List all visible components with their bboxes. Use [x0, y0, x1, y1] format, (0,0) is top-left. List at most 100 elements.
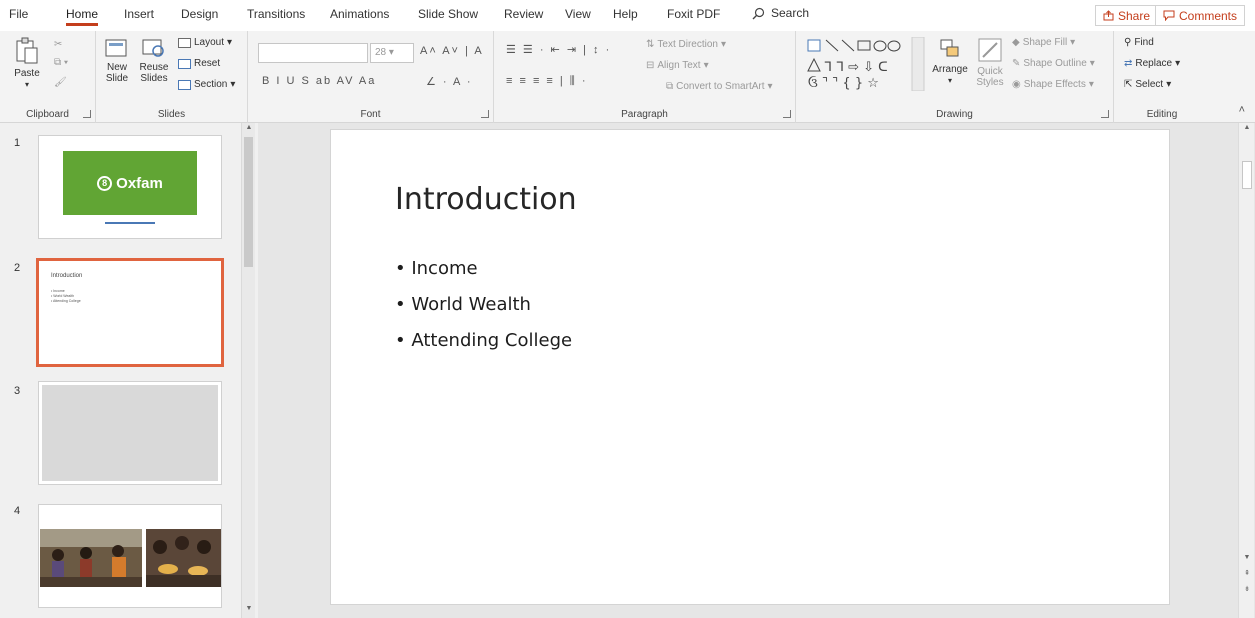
thumbnail-scrollbar[interactable]: ▲ ▼ [241, 123, 255, 618]
drawing-launcher-icon[interactable] [1101, 110, 1109, 118]
text-direction-button[interactable]: ⇅ Text Direction ▾ [646, 39, 726, 50]
replace-label: Replace [1135, 58, 1173, 69]
align-text-button[interactable]: ⊟ Align Text ▾ [646, 60, 709, 71]
share-button[interactable]: Share [1095, 5, 1159, 26]
align-buttons[interactable]: ≡ ≡ ≡ ≡ | ⫼ · [506, 75, 588, 88]
font-color-icons[interactable]: ∠ · A · [426, 75, 472, 88]
list-buttons[interactable]: ☰ ☰ · ⇤ ⇥ | ↕ · [506, 43, 611, 56]
previous-slide-icon[interactable]: ⇞ [1242, 569, 1252, 579]
search-label: Search [771, 6, 810, 20]
slide-thumbnail-1[interactable]: 8 Oxfam [38, 135, 222, 239]
shape-fill-label: Shape Fill [1022, 37, 1068, 48]
bullet-item[interactable]: Income [395, 258, 572, 294]
paste-label: Paste [14, 68, 40, 79]
cursor-icon: ⇱ [1124, 79, 1133, 90]
shape-effects-button[interactable]: ◉ Shape Effects ▾ [1012, 79, 1094, 90]
slide-thumbnail-2[interactable]: Introduction • Income • World Wealth • A… [36, 258, 224, 367]
convert-smartart-button[interactable]: ⧉ Convert to SmartArt ▾ [666, 81, 773, 92]
reset-label: Reset [194, 58, 221, 69]
shapes-gallery[interactable]: ᒣ ᒣ ⇨ ⇩ ᑕ ઉ ⌝ ⌝ { } ☆ [806, 37, 926, 91]
slide-scroll-up-icon[interactable]: ▲ [1242, 123, 1252, 133]
format-painter-icon[interactable]: 🖌 [54, 77, 67, 88]
arrange-button[interactable]: Arrange ▾ [932, 37, 968, 86]
quick-styles-icon [978, 38, 1002, 62]
thumbnail-scroll-thumb[interactable] [244, 137, 253, 267]
tab-slide-show[interactable]: Slide Show [418, 7, 478, 21]
shape-outline-icon: ✎ [1012, 58, 1021, 69]
replace-button[interactable]: ⇄ Replace ▾ [1124, 58, 1180, 69]
drawing-group: ᒣ ᒣ ⇨ ⇩ ᑕ ઉ ⌝ ⌝ { } ☆ Arrange ▾ Quick St… [796, 31, 1114, 123]
slide-scroll-down-icon[interactable]: ▼ [1242, 553, 1252, 563]
slide-scrollbar[interactable]: ▲ ▼ ⇞ ⇟ [1238, 123, 1254, 618]
slide-thumbnail-3[interactable] [38, 381, 222, 485]
layout-button[interactable]: Layout ▾ [178, 37, 232, 48]
paragraph-launcher-icon[interactable] [783, 110, 791, 118]
thumbnail-bullet-3: • Attending College [51, 299, 81, 303]
slide-title[interactable]: Introduction [395, 182, 577, 217]
tab-home[interactable]: Home [66, 7, 99, 26]
cut-icon[interactable]: ✂ [54, 39, 62, 50]
find-label: Find [1134, 37, 1154, 48]
slide-number-4: 4 [14, 505, 21, 517]
search-box[interactable]: Search [752, 6, 809, 20]
font-size-field[interactable]: 28 ▾ [370, 43, 414, 63]
oxfam-logo: 8 Oxfam [63, 151, 197, 215]
slide-number-1: 1 [14, 137, 21, 149]
shape-fill-button[interactable]: ◆ Shape Fill ▾ [1012, 37, 1075, 48]
tab-view[interactable]: View [565, 7, 591, 21]
slide-bullet-list[interactable]: Income World Wealth Attending College [395, 258, 572, 366]
comments-button[interactable]: Comments [1155, 5, 1246, 26]
clipboard-launcher-icon[interactable] [83, 110, 91, 118]
scroll-up-icon[interactable]: ▲ [244, 123, 254, 133]
thumbnail-link-line [105, 222, 155, 224]
clipboard-label: Clipboard [26, 109, 69, 120]
shape-effects-label: Shape Effects [1023, 79, 1086, 90]
paste-button[interactable]: Paste ▾ [10, 37, 44, 90]
thumbnail-bullets: • Income • World Wealth • Attending Coll… [51, 289, 81, 304]
reuse-slides-button[interactable]: Reuse Slides [138, 37, 170, 84]
collapse-ribbon-icon[interactable]: ˄ [1239, 104, 1245, 116]
slide-number-3: 3 [14, 385, 21, 397]
copy-icon[interactable]: ⧉ ▾ [54, 57, 68, 68]
font-launcher-icon[interactable] [481, 110, 489, 118]
bullet-item[interactable]: Attending College [395, 330, 572, 366]
shape-fill-icon: ◆ [1012, 37, 1020, 48]
font-group: 28 ▾ A˄ A˅ | A B I U S ab AV Aa ∠ · A · … [248, 31, 494, 123]
smartart-icon: ⧉ [666, 81, 674, 92]
font-grow-shrink-icons[interactable]: A˄ A˅ | A [420, 45, 484, 57]
bullet-item[interactable]: World Wealth [395, 294, 572, 330]
tab-file[interactable]: File [9, 7, 28, 21]
paragraph-label: Paragraph [621, 109, 668, 120]
shape-effects-icon: ◉ [1012, 79, 1021, 90]
shape-outline-button[interactable]: ✎ Shape Outline ▾ [1012, 58, 1095, 69]
tab-foxit-pdf[interactable]: Foxit PDF [667, 7, 720, 21]
thumbnail-photo-1 [40, 529, 142, 587]
arrange-icon [940, 39, 959, 57]
select-button[interactable]: ⇱ Select ▾ [1124, 79, 1171, 90]
scroll-down-icon[interactable]: ▼ [244, 604, 254, 614]
text-direction-icon: ⇅ [646, 39, 655, 50]
tab-review[interactable]: Review [504, 7, 543, 21]
font-name-field[interactable] [258, 43, 368, 63]
menu-bar: File Home Insert Design Transitions Anim… [0, 0, 1255, 31]
find-button[interactable]: ⚲ Find [1124, 37, 1154, 48]
clipboard-group: Paste ▾ ✂ ⧉ ▾ 🖌 Clipboard [0, 31, 96, 123]
next-slide-icon[interactable]: ⇟ [1242, 585, 1252, 595]
quick-styles-button[interactable]: Quick Styles [972, 37, 1008, 88]
new-slide-button[interactable]: New Slide [102, 37, 132, 84]
tab-transitions[interactable]: Transitions [247, 7, 305, 21]
tab-insert[interactable]: Insert [124, 7, 154, 21]
slide-scroll-thumb[interactable] [1242, 161, 1252, 189]
tab-help[interactable]: Help [613, 7, 638, 21]
section-button[interactable]: Section ▾ [178, 79, 235, 90]
slide-thumbnail-4[interactable] [38, 504, 222, 608]
slide-canvas[interactable]: Introduction Income World Wealth Attendi… [330, 129, 1170, 605]
layout-label: Layout [194, 37, 225, 48]
tab-design[interactable]: Design [181, 7, 218, 21]
tab-animations[interactable]: Animations [330, 7, 389, 21]
search-icon [752, 7, 765, 19]
reset-button[interactable]: Reset [178, 58, 220, 69]
reuse-slides-label: Reuse Slides [139, 62, 169, 84]
slide-number-2: 2 [14, 262, 21, 274]
font-format-buttons[interactable]: B I U S ab AV Aa [262, 75, 376, 87]
